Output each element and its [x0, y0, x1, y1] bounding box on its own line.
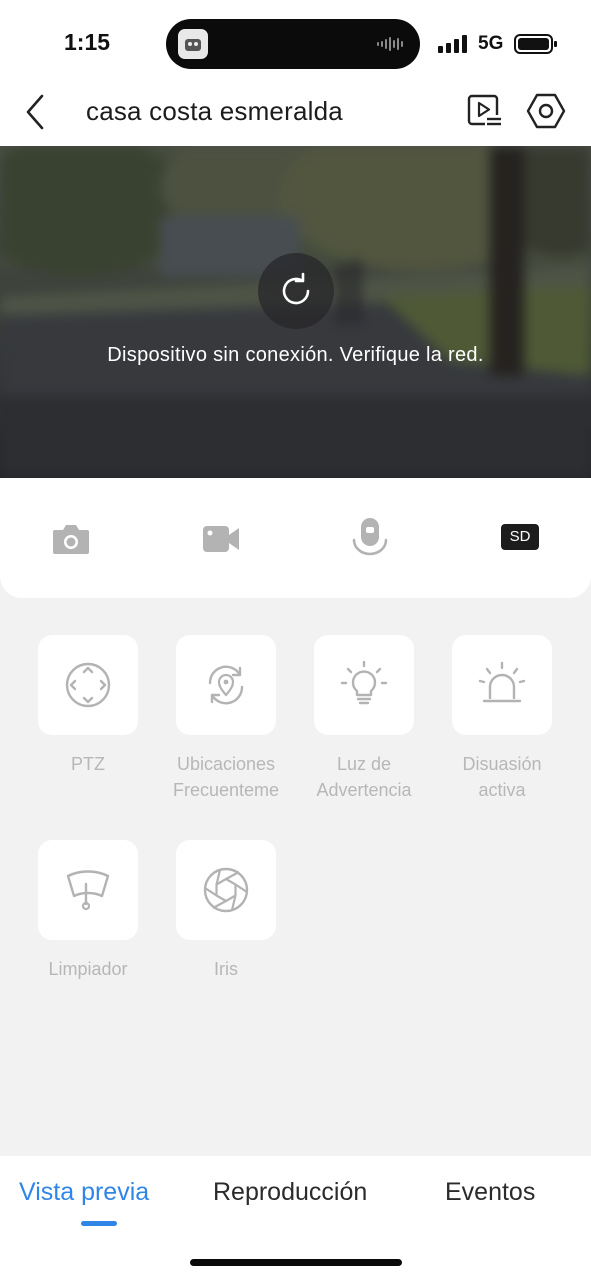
- audio-wave-icon: [377, 37, 403, 51]
- active-tab-indicator: [81, 1221, 117, 1226]
- feature-active-deterrence[interactable]: Disuasión activa: [432, 635, 572, 803]
- tab-events[interactable]: Eventos: [445, 1178, 535, 1207]
- feature-tile: [38, 635, 138, 735]
- feature-label: PTZ: [71, 754, 105, 774]
- camera-icon: [53, 525, 89, 554]
- live-view[interactable]: Dispositivo sin conexión. Verifique la r…: [0, 146, 591, 478]
- feature-frequent-locations[interactable]: Ubicaciones Frecuenteme: [156, 635, 296, 803]
- bottom-tab-bar: Vista previa Reproducción Eventos: [0, 1156, 591, 1280]
- feature-label: Ubicaciones Frecuenteme: [172, 754, 280, 800]
- status-time: 1:15: [64, 29, 111, 55]
- feature-tile: [176, 635, 276, 735]
- snapshot-button[interactable]: [49, 518, 93, 558]
- island-app-icon: [178, 29, 208, 59]
- feature-tile: [38, 840, 138, 940]
- settings-button[interactable]: [526, 91, 566, 131]
- playback-list-icon: [467, 94, 503, 129]
- feature-iris[interactable]: Iris: [156, 840, 296, 982]
- status-bar: 1:15 5G: [0, 0, 591, 86]
- signal-bars-icon: [438, 35, 467, 53]
- microphone-icon: [352, 518, 388, 556]
- feature-tile: [176, 840, 276, 940]
- chevron-left-icon: [26, 94, 44, 130]
- app-header: casa costa esmeralda: [0, 86, 591, 146]
- feature-label: Luz de Advertencia: [316, 754, 412, 800]
- battery-icon: [514, 34, 557, 54]
- hexagon-settings-icon: [526, 93, 566, 129]
- reload-button[interactable]: [258, 253, 334, 329]
- feature-tile: [314, 635, 414, 735]
- action-toolbar: SD: [0, 478, 591, 598]
- feature-label: Iris: [214, 959, 238, 979]
- feature-ptz[interactable]: PTZ: [18, 635, 158, 777]
- wiper-icon: [66, 870, 110, 911]
- network-type: 5G: [478, 33, 504, 54]
- light-bulb-icon: [340, 661, 388, 705]
- feature-label: Limpiador: [48, 959, 128, 979]
- offline-message: Dispositivo sin conexión. Verifique la r…: [107, 344, 484, 366]
- back-button[interactable]: [22, 90, 52, 132]
- feature-label: Disuasión activa: [462, 754, 542, 800]
- feature-warning-light[interactable]: Luz de Advertencia: [294, 635, 434, 803]
- device-title: casa costa esmeralda: [86, 96, 343, 126]
- talk-button[interactable]: [348, 518, 392, 558]
- refresh-icon: [282, 272, 310, 305]
- playback-list-button[interactable]: [465, 91, 505, 131]
- aperture-icon: [203, 867, 249, 913]
- home-indicator[interactable]: [190, 1259, 402, 1266]
- location-cycle-icon: [208, 665, 244, 705]
- feature-wiper[interactable]: Limpiador: [18, 840, 158, 982]
- tab-live-preview[interactable]: Vista previa: [19, 1178, 149, 1207]
- feature-tile: [452, 635, 552, 735]
- tab-playback[interactable]: Reproducción: [213, 1178, 367, 1207]
- quality-sd-button[interactable]: SD: [501, 524, 539, 550]
- ptz-icon: [65, 662, 111, 708]
- dynamic-island: [166, 19, 420, 69]
- siren-icon: [478, 661, 526, 703]
- video-camera-icon: [203, 526, 239, 552]
- record-button[interactable]: [198, 518, 242, 558]
